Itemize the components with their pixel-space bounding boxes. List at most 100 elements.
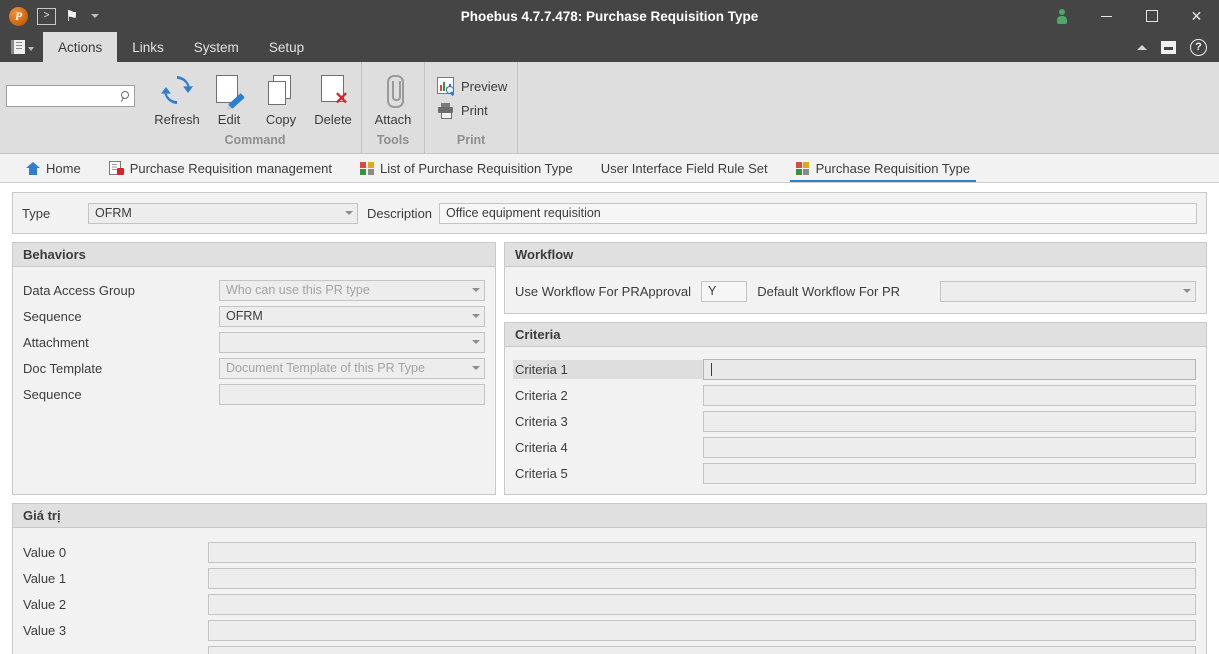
- menu-item-actions[interactable]: Actions: [43, 32, 118, 62]
- copy-icon: [264, 73, 298, 107]
- value-2-input[interactable]: [208, 593, 1196, 615]
- tab-purchase-requisition-management[interactable]: Purchase Requisition management: [95, 154, 346, 182]
- minimize-button[interactable]: [1084, 0, 1129, 32]
- chevron-down-icon: [28, 47, 34, 51]
- criteria-1-input[interactable]: [703, 358, 1196, 380]
- type-value: OFRM: [95, 206, 132, 220]
- attach-button[interactable]: Attach: [364, 69, 422, 127]
- maximize-button[interactable]: [1129, 0, 1174, 32]
- value-1-input[interactable]: [208, 567, 1196, 589]
- ribbon-group-tools-title: Tools: [376, 133, 410, 147]
- data-access-group-value: Who can use this PR type: [226, 283, 370, 297]
- criteria-1-label: Criteria 1: [513, 359, 703, 379]
- main-content: Type OFRM Description Office equipment r…: [0, 183, 1219, 654]
- description-value: Office equipment requisition: [446, 206, 601, 220]
- value-0-input[interactable]: [208, 541, 1196, 563]
- values-panel-title: Giá trị: [13, 504, 1206, 528]
- panels-row: Behaviors Data Access Group Who can use …: [12, 242, 1207, 495]
- delete-label: Delete: [314, 112, 352, 127]
- quick-access-dropdown-icon[interactable]: [91, 14, 100, 18]
- console-icon[interactable]: >: [37, 7, 56, 25]
- field-value-next-partial: [23, 643, 1196, 654]
- maximize-icon: [1145, 10, 1158, 22]
- field-value-1: Value 1: [23, 565, 1196, 591]
- copy-button[interactable]: Copy: [255, 69, 307, 127]
- criteria-5-input[interactable]: [703, 462, 1196, 484]
- attachment-select[interactable]: [219, 331, 485, 353]
- window-icon[interactable]: [1161, 40, 1176, 54]
- sequence-value: OFRM: [226, 309, 263, 323]
- criteria-panel: Criteria Criteria 1 Criteria 2 Criteria …: [504, 322, 1207, 495]
- user-account-button[interactable]: [1039, 0, 1084, 32]
- tab-user-interface-field-rule-set-label: User Interface Field Rule Set: [600, 160, 768, 176]
- menu-item-setup[interactable]: Setup: [254, 32, 319, 62]
- print-label: Print: [461, 102, 488, 118]
- attach-icon: [376, 73, 410, 108]
- search-box[interactable]: [6, 85, 135, 107]
- search-input[interactable]: [11, 89, 120, 103]
- type-label: Type: [22, 205, 51, 221]
- data-access-group-select[interactable]: Who can use this PR type: [219, 279, 485, 301]
- criteria-4-label: Criteria 4: [515, 439, 568, 455]
- chevron-down-icon: [345, 211, 353, 215]
- text-cursor: [711, 362, 712, 376]
- tab-home[interactable]: Home: [12, 154, 95, 182]
- use-workflow-label: Use Workflow For PRApproval: [515, 283, 692, 299]
- data-access-group-label: Data Access Group: [23, 282, 135, 298]
- doc-template-select[interactable]: Document Template of this PR Type: [219, 357, 485, 379]
- criteria-2-input[interactable]: [703, 384, 1196, 406]
- sequence-select[interactable]: OFRM: [219, 305, 485, 327]
- tab-purchase-requisition-type[interactable]: Purchase Requisition Type: [782, 154, 984, 182]
- tab-list-of-purchase-requisition-type[interactable]: List of Purchase Requisition Type: [346, 154, 587, 182]
- workflow-panel-body: Use Workflow For PRApproval Y Default Wo…: [505, 267, 1206, 312]
- menu-item-links[interactable]: Links: [117, 32, 179, 62]
- use-workflow-input[interactable]: Y: [701, 280, 748, 302]
- app-menu-button[interactable]: [0, 32, 43, 62]
- menu-bar-right-icons: ?: [1137, 32, 1219, 62]
- window-controls: ✕: [1039, 0, 1219, 32]
- preview-button[interactable]: Preview: [433, 74, 515, 98]
- menu-item-system[interactable]: System: [179, 32, 254, 62]
- edit-button[interactable]: Edit: [203, 69, 255, 127]
- close-button[interactable]: ✕: [1174, 0, 1219, 32]
- type-select[interactable]: OFRM: [88, 202, 358, 224]
- criteria-4-input[interactable]: [703, 436, 1196, 458]
- field-criteria-3: Criteria 3: [515, 408, 1196, 434]
- title-bar: P > ⚑ Phoebus 4.7.7.478: Purchase Requis…: [0, 0, 1219, 32]
- field-data-access-group: Data Access Group Who can use this PR ty…: [23, 277, 485, 303]
- collapse-ribbon-icon[interactable]: [1137, 44, 1147, 50]
- attach-label: Attach: [374, 112, 412, 127]
- default-workflow-select[interactable]: [940, 280, 1196, 302]
- menu-document-icon: [11, 40, 25, 54]
- field-doc-template: Doc Template Document Template of this P…: [23, 355, 485, 381]
- delete-button[interactable]: ✕ Delete: [307, 69, 359, 127]
- quick-access-toolbar: P > ⚑: [0, 6, 100, 26]
- help-icon[interactable]: ?: [1190, 38, 1207, 56]
- sequence-2-label: Sequence: [23, 386, 82, 402]
- print-button[interactable]: Print: [433, 98, 496, 122]
- criteria-3-input[interactable]: [703, 410, 1196, 432]
- chevron-down-icon: [472, 366, 480, 370]
- tab-purchase-requisition-management-label: Purchase Requisition management: [129, 160, 333, 176]
- value-3-input[interactable]: [208, 619, 1196, 641]
- refresh-button[interactable]: Refresh: [151, 69, 203, 127]
- criteria-panel-body: Criteria 1 Criteria 2 Criteria 3 Criteri…: [505, 347, 1206, 494]
- tab-strip: Home Purchase Requisition management Lis…: [0, 154, 1219, 183]
- use-workflow-value: Y: [708, 284, 717, 298]
- values-panel: Giá trị Value 0 Value 1 Value 2 Value 3: [12, 503, 1207, 654]
- tab-user-interface-field-rule-set[interactable]: User Interface Field Rule Set: [587, 154, 782, 182]
- home-icon: [26, 161, 40, 175]
- workflow-panel-title: Workflow: [505, 243, 1206, 267]
- sequence-label: Sequence: [23, 308, 82, 324]
- field-attachment: Attachment: [23, 329, 485, 355]
- default-workflow-label: Default Workflow For PR: [757, 283, 900, 299]
- sequence-2-input[interactable]: [219, 383, 485, 405]
- field-criteria-2: Criteria 2: [515, 382, 1196, 408]
- ribbon-group-print-title: Print: [456, 133, 486, 147]
- print-icon: [437, 101, 455, 119]
- description-input[interactable]: Office equipment requisition: [439, 202, 1197, 224]
- field-use-workflow: Use Workflow For PRApproval Y Default Wo…: [515, 278, 1196, 304]
- app-logo-icon[interactable]: P: [9, 6, 28, 26]
- value-next-input[interactable]: [208, 645, 1196, 654]
- bookmark-icon[interactable]: ⚑: [65, 9, 78, 24]
